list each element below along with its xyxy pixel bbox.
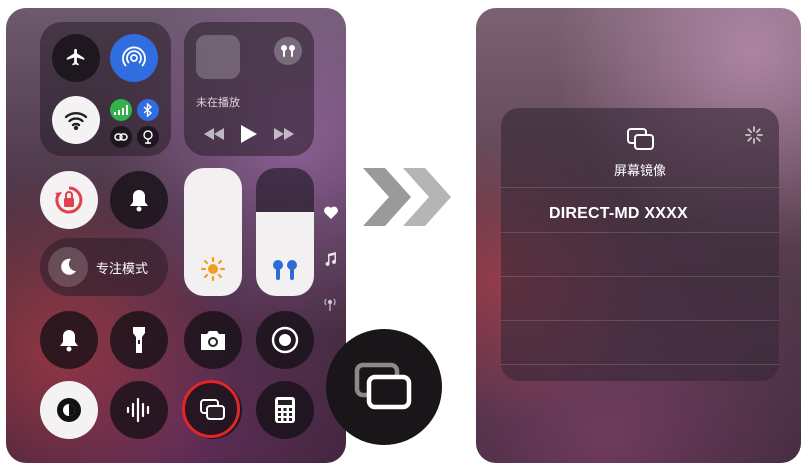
flashlight-icon <box>132 327 146 353</box>
separator <box>501 276 779 277</box>
rotation-lock-button[interactable] <box>40 171 98 229</box>
bluetooth-icon <box>143 103 153 117</box>
separator <box>501 320 779 321</box>
sound-recognition-button[interactable] <box>110 381 168 439</box>
chevron-arrows-icon <box>363 168 457 226</box>
focus-icon-circle <box>48 247 88 287</box>
dark-mode-icon <box>54 395 84 425</box>
now-playing-tile[interactable]: 未在播放 <box>184 22 314 156</box>
screen-mirroring-dialog: 屏幕镜像 DIRECT-MD XXXX <box>501 108 779 381</box>
rewind-icon[interactable] <box>204 128 224 140</box>
personal-hotspot-button[interactable] <box>110 126 132 148</box>
brightness-icon <box>200 256 226 282</box>
calculator-button[interactable] <box>256 381 314 439</box>
airplane-icon <box>65 47 87 69</box>
bell-icon <box>58 328 80 352</box>
link-icon <box>114 132 128 142</box>
camera-icon <box>199 329 227 351</box>
signal-icon <box>322 296 338 312</box>
screen-mirroring-icon <box>354 362 414 412</box>
separator <box>501 364 779 365</box>
volume-slider[interactable] <box>256 168 314 296</box>
airdrop-button[interactable] <box>110 34 158 82</box>
calculator-icon <box>275 397 295 423</box>
bell-button[interactable] <box>40 311 98 369</box>
screen-mirroring-title: 屏幕镜像 <box>613 164 666 179</box>
airplay-audio-button[interactable] <box>274 37 302 65</box>
moon-icon <box>58 257 78 277</box>
focus-mode-button[interactable]: 专注模式 <box>40 238 168 296</box>
vpn-button[interactable] <box>137 126 159 148</box>
airplane-mode-button[interactable] <box>52 34 100 82</box>
connectivity-tile <box>40 22 171 156</box>
bell-icon <box>128 188 150 212</box>
vpn-icon <box>142 130 154 144</box>
camera-button[interactable] <box>184 311 242 369</box>
wifi-button[interactable] <box>52 96 100 144</box>
brightness-slider[interactable] <box>184 168 242 296</box>
flashlight-button[interactable] <box>110 311 168 369</box>
heart-icon <box>324 206 338 219</box>
dark-mode-button[interactable] <box>40 381 98 439</box>
device-name: DIRECT-MD XXXX <box>549 205 688 222</box>
airpods-icon <box>280 44 296 58</box>
silent-mode-button[interactable] <box>110 171 168 229</box>
play-icon[interactable] <box>241 125 257 143</box>
now-playing-status: 未在播放 <box>196 96 240 109</box>
cellular-data-button[interactable] <box>110 99 132 121</box>
sound-recognition-icon <box>125 396 153 424</box>
separator <box>501 232 779 233</box>
record-icon <box>271 326 299 354</box>
control-center-panel: 未在播放 专注模式 <box>6 8 346 463</box>
cellular-icon <box>114 105 128 115</box>
loading-spinner-icon <box>745 126 763 144</box>
rotation-lock-icon <box>52 183 86 217</box>
forward-icon[interactable] <box>274 128 294 140</box>
screen-mirroring-panel: 屏幕镜像 DIRECT-MD XXXX <box>476 8 801 463</box>
bluetooth-button[interactable] <box>137 99 159 121</box>
screen-record-button[interactable] <box>256 311 314 369</box>
highlight-ring <box>182 380 240 438</box>
album-art-placeholder <box>196 35 240 79</box>
airpods-icon <box>271 258 299 282</box>
wifi-icon <box>64 110 88 130</box>
screen-mirroring-icon <box>627 128 655 150</box>
zoomed-screen-mirroring-badge <box>326 329 442 445</box>
volume-fill <box>256 211 314 296</box>
focus-mode-label: 专注模式 <box>96 261 149 277</box>
device-list-item[interactable]: DIRECT-MD XXXX <box>501 188 779 232</box>
music-note-icon <box>324 252 336 266</box>
airdrop-icon <box>121 45 147 71</box>
